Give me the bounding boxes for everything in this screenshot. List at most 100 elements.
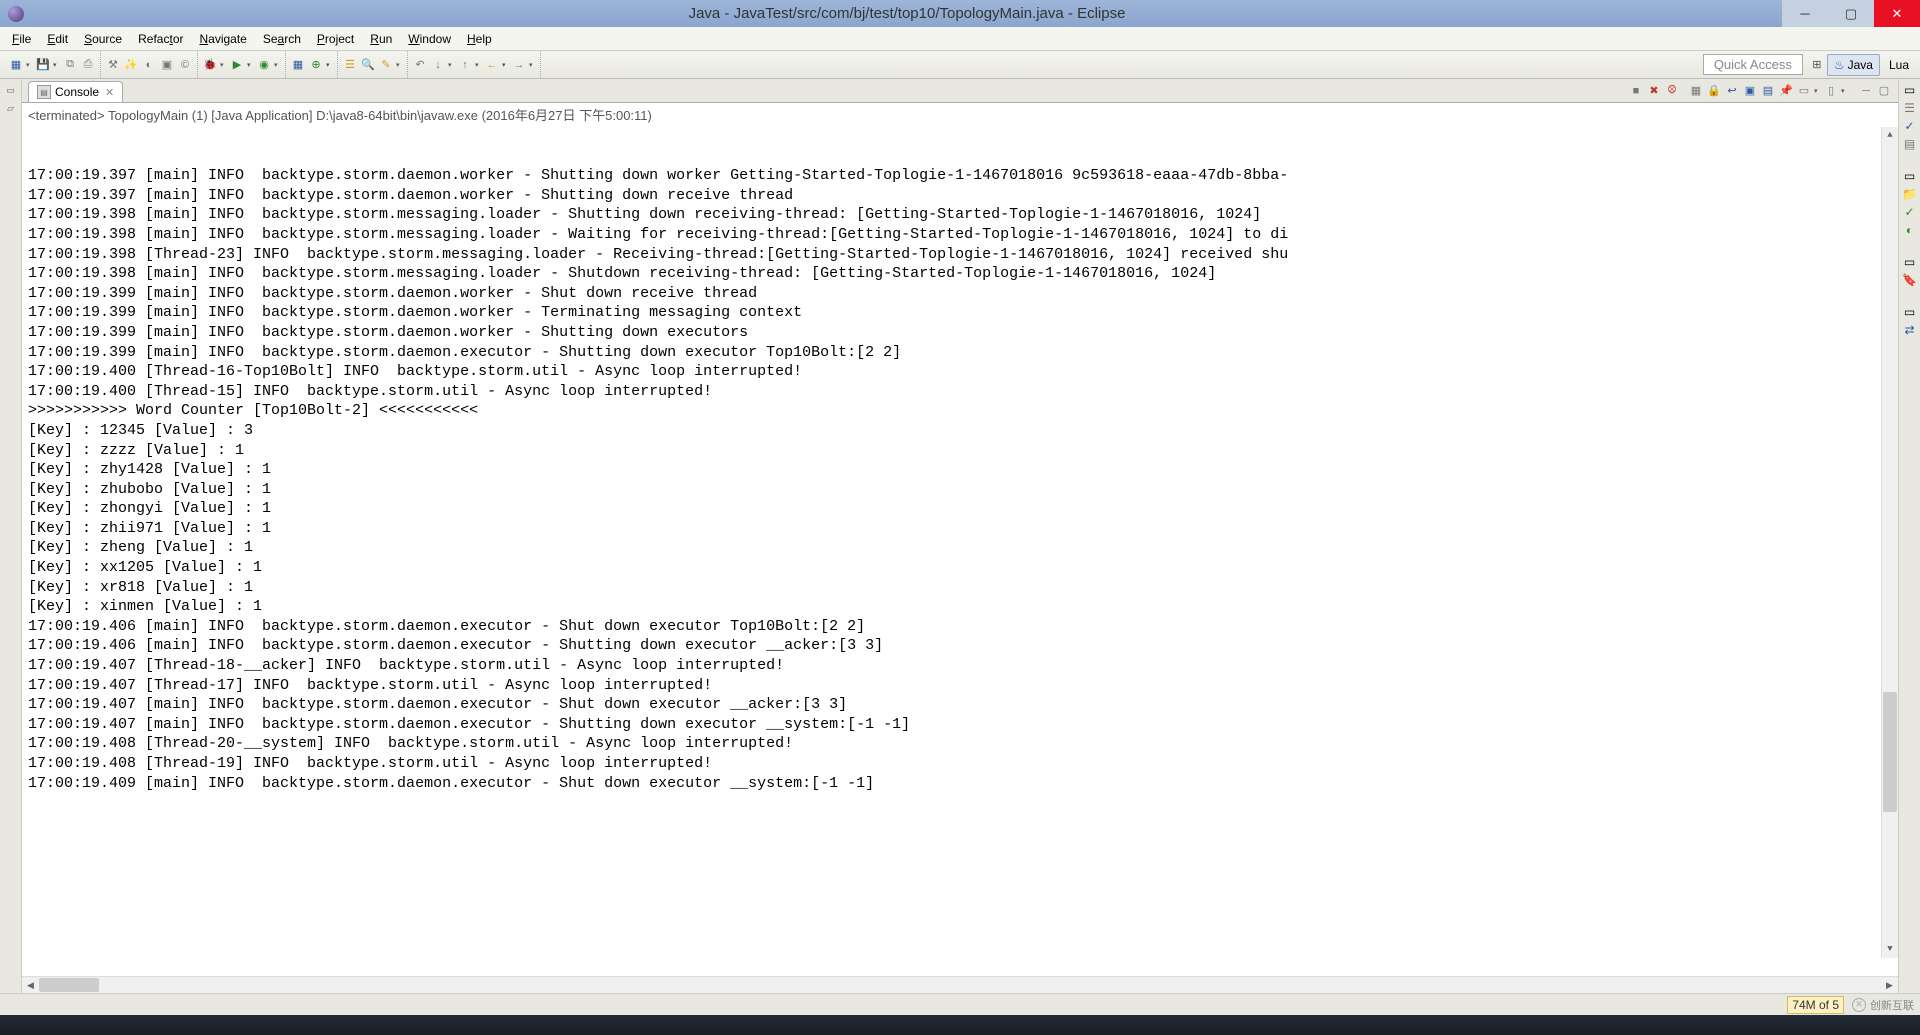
- open-type-icon[interactable]: ◐: [141, 57, 157, 73]
- task-list-icon[interactable]: ✓: [1904, 119, 1914, 133]
- perspective-lua[interactable]: Lua: [1882, 54, 1916, 76]
- last-edit-icon[interactable]: ↶: [412, 57, 428, 73]
- restore-right3-icon[interactable]: ▭: [1904, 255, 1915, 269]
- scroll-up-icon[interactable]: ▲: [1882, 127, 1898, 144]
- memory-usage[interactable]: 74M of 5: [1787, 996, 1844, 1014]
- pin-console-icon[interactable]: 📌: [1778, 83, 1794, 99]
- new-dropdown[interactable]: ▾: [26, 61, 33, 69]
- run-dropdown[interactable]: ▾: [247, 61, 254, 69]
- menu-navigate[interactable]: Navigate: [191, 29, 254, 49]
- save-all-icon[interactable]: ⧉: [62, 57, 78, 73]
- maximize-view-icon[interactable]: ▢: [1876, 83, 1892, 99]
- back-icon[interactable]: ←: [484, 57, 500, 73]
- tab-console[interactable]: ▤ Console ✕: [28, 81, 123, 102]
- open-task-icon[interactable]: ☰: [342, 57, 358, 73]
- menu-project[interactable]: Project: [309, 29, 362, 49]
- menu-edit[interactable]: Edit: [39, 29, 76, 49]
- new-icon[interactable]: ▦: [8, 57, 24, 73]
- minimize-view-icon[interactable]: ─: [1858, 83, 1874, 99]
- scroll-right-icon[interactable]: ▶: [1881, 977, 1898, 994]
- console-line: 17:00:19.398 [main] INFO backtype.storm.…: [28, 264, 1898, 284]
- coverage-icon[interactable]: ◉: [256, 57, 272, 73]
- horizontal-scrollbar[interactable]: ◀ ▶: [22, 976, 1898, 993]
- class-icon[interactable]: ©: [177, 57, 193, 73]
- debug-dropdown[interactable]: ▾: [220, 61, 227, 69]
- show-stdout-icon[interactable]: ▣: [1742, 83, 1758, 99]
- restore-right4-icon[interactable]: ▭: [1904, 305, 1915, 319]
- forward-icon[interactable]: →: [511, 57, 527, 73]
- new-java-project-icon[interactable]: ▦: [290, 57, 306, 73]
- eclipse-icon: [8, 6, 24, 22]
- outline-icon[interactable]: ☰: [1904, 101, 1915, 115]
- display-selected-icon[interactable]: ▭: [1796, 83, 1812, 99]
- junit-icon[interactable]: ✓: [1904, 205, 1914, 219]
- word-wrap-icon[interactable]: ↩: [1724, 83, 1740, 99]
- new-package-icon[interactable]: ⊕: [308, 57, 324, 73]
- console-line: 17:00:19.407 [Thread-17] INFO backtype.s…: [28, 676, 1898, 696]
- scroll-left-icon[interactable]: ◀: [22, 977, 39, 994]
- new-wizard-icon[interactable]: ✨: [123, 57, 139, 73]
- bookmark-icon[interactable]: 🔖: [1902, 273, 1917, 287]
- package-icon[interactable]: ▣: [159, 57, 175, 73]
- console-line: [Key] : xx1205 [Value] : 1: [28, 558, 1898, 578]
- brand-logo-icon: ✕: [1852, 998, 1866, 1012]
- build-icon[interactable]: ⚒: [105, 57, 121, 73]
- forward-dropdown[interactable]: ▾: [529, 61, 536, 69]
- run-icon[interactable]: ▶: [229, 57, 245, 73]
- scroll-lock-icon[interactable]: 🔒: [1706, 83, 1722, 99]
- perspective-java[interactable]: ♨Java: [1827, 54, 1880, 76]
- menu-refactor[interactable]: Refactor: [130, 29, 191, 49]
- show-stderr-icon[interactable]: ▤: [1760, 83, 1776, 99]
- search-icon[interactable]: 🔍: [360, 57, 376, 73]
- hscroll-thumb[interactable]: [39, 978, 99, 992]
- console-line: 17:00:19.408 [Thread-19] INFO backtype.s…: [28, 754, 1898, 774]
- vertical-scrollbar[interactable]: ▲ ▼: [1881, 127, 1898, 958]
- restore-right2-icon[interactable]: ▭: [1904, 169, 1915, 183]
- save-icon[interactable]: 💾: [35, 57, 51, 73]
- restore-icon[interactable]: ▭: [4, 83, 18, 97]
- coverage-dropdown[interactable]: ▾: [274, 61, 281, 69]
- print-icon[interactable]: ⎙: [80, 57, 96, 73]
- quick-access-input[interactable]: Quick Access: [1703, 54, 1803, 75]
- view-stack-icon[interactable]: ▱: [4, 101, 18, 115]
- tab-close-icon[interactable]: ✕: [105, 86, 114, 99]
- menu-help[interactable]: Help: [459, 29, 500, 49]
- hierarchy-icon[interactable]: ⇄: [1904, 323, 1914, 337]
- display-selected-dropdown[interactable]: ▾: [1814, 87, 1821, 95]
- vscroll-thumb[interactable]: [1883, 692, 1897, 812]
- close-button[interactable]: ✕: [1874, 0, 1920, 27]
- remove-all-icon[interactable]: ⮾: [1664, 83, 1680, 99]
- scroll-down-icon[interactable]: ▼: [1882, 941, 1898, 958]
- open-console-icon[interactable]: ▯: [1823, 83, 1839, 99]
- toggle-mark-dropdown[interactable]: ▾: [396, 61, 403, 69]
- structure-icon[interactable]: ▤: [1904, 137, 1915, 151]
- new-package-dropdown[interactable]: ▾: [326, 61, 333, 69]
- menu-file[interactable]: File: [4, 29, 39, 49]
- clear-console-icon[interactable]: ▦: [1688, 83, 1704, 99]
- minimize-button[interactable]: ─: [1782, 0, 1828, 27]
- console-line: [Key] : zhy1428 [Value] : 1: [28, 460, 1898, 480]
- open-perspective-icon[interactable]: ⊞: [1809, 57, 1825, 73]
- console-line: 17:00:19.409 [main] INFO backtype.storm.…: [28, 774, 1898, 794]
- console-line: 17:00:19.399 [main] INFO backtype.storm.…: [28, 343, 1898, 363]
- back-dropdown[interactable]: ▾: [502, 61, 509, 69]
- restore-right-icon[interactable]: ▭: [1904, 83, 1915, 97]
- remove-launch-icon[interactable]: ✖: [1646, 83, 1662, 99]
- menu-source[interactable]: Source: [76, 29, 130, 49]
- prev-annotation-icon[interactable]: ↑: [457, 57, 473, 73]
- menu-search[interactable]: Search: [255, 29, 309, 49]
- package-explorer-icon[interactable]: 📁: [1902, 187, 1917, 201]
- next-annotation-dropdown[interactable]: ▾: [448, 61, 455, 69]
- title-bar: Java - JavaTest/src/com/bj/test/top10/To…: [0, 0, 1920, 27]
- debug-icon[interactable]: 🐞: [202, 57, 218, 73]
- menu-run[interactable]: Run: [362, 29, 400, 49]
- toggle-mark-icon[interactable]: ✎: [378, 57, 394, 73]
- prev-annotation-dropdown[interactable]: ▾: [475, 61, 482, 69]
- menu-window[interactable]: Window: [400, 29, 459, 49]
- console-output[interactable]: 17:00:19.397 [main] INFO backtype.storm.…: [22, 127, 1898, 976]
- save-dropdown[interactable]: ▾: [53, 61, 60, 69]
- coverage-view-icon[interactable]: ◐: [1906, 223, 1913, 237]
- maximize-button[interactable]: ▢: [1828, 0, 1874, 27]
- next-annotation-icon[interactable]: ↓: [430, 57, 446, 73]
- open-console-dropdown[interactable]: ▾: [1841, 87, 1848, 95]
